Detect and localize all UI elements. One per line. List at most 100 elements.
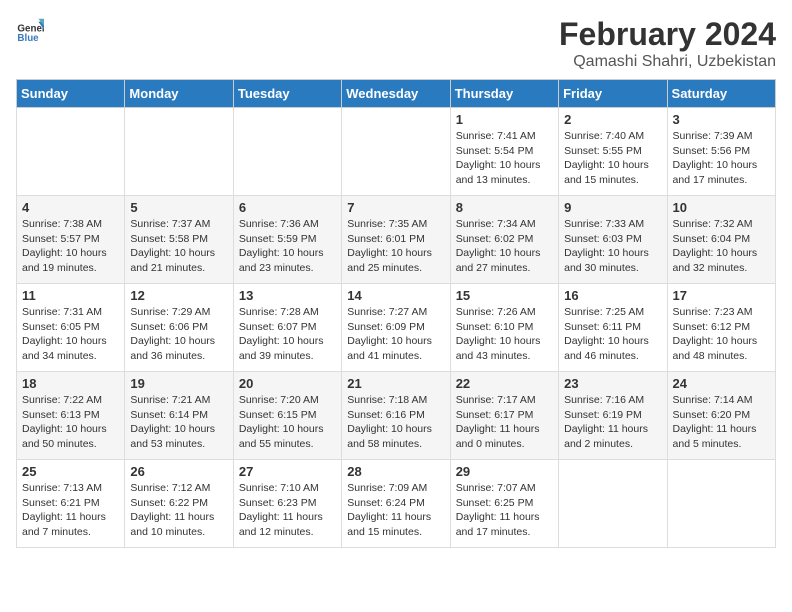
day-number: 4 bbox=[22, 200, 119, 215]
calendar-table: SundayMondayTuesdayWednesdayThursdayFrid… bbox=[16, 79, 776, 548]
day-number: 28 bbox=[347, 464, 444, 479]
calendar-header-row: SundayMondayTuesdayWednesdayThursdayFrid… bbox=[17, 80, 776, 108]
day-number: 1 bbox=[456, 112, 553, 127]
calendar-cell: 2Sunrise: 7:40 AM Sunset: 5:55 PM Daylig… bbox=[559, 108, 667, 196]
calendar-cell: 29Sunrise: 7:07 AM Sunset: 6:25 PM Dayli… bbox=[450, 460, 558, 548]
day-info: Sunrise: 7:14 AM Sunset: 6:20 PM Dayligh… bbox=[673, 393, 770, 452]
day-number: 15 bbox=[456, 288, 553, 303]
calendar-cell: 27 Sunrise: 7:10 AM Sunset: 6:23 PM Dayli… bbox=[233, 460, 341, 548]
day-number: 8 bbox=[456, 200, 553, 215]
day-info: Sunrise: 7:36 AM Sunset: 5:59 PM Dayligh… bbox=[239, 217, 336, 276]
calendar-cell: 21 Sunrise: 7:18 AM Sunset: 6:16 PM Dayli… bbox=[342, 372, 450, 460]
day-number: 9 bbox=[564, 200, 661, 215]
calendar-week-row: 4 Sunrise: 7:38 AM Sunset: 5:57 PM Daylig… bbox=[17, 196, 776, 284]
day-number: 11 bbox=[22, 288, 119, 303]
main-title: February 2024 bbox=[559, 16, 776, 53]
calendar-cell: 22 Sunrise: 7:17 AM Sunset: 6:17 PM Dayli… bbox=[450, 372, 558, 460]
day-number: 20 bbox=[239, 376, 336, 391]
title-area: February 2024 Qamashi Shahri, Uzbekistan bbox=[559, 16, 776, 71]
calendar-cell bbox=[559, 460, 667, 548]
calendar-cell: 1 Sunrise: 7:41 AM Sunset: 5:54 PM Daylig… bbox=[450, 108, 558, 196]
logo-icon: General Blue bbox=[16, 16, 44, 44]
day-info: Sunrise: 7:40 AM Sunset: 5:55 PM Dayligh… bbox=[564, 129, 661, 188]
calendar-week-row: 11 Sunrise: 7:31 AM Sunset: 6:05 PM Dayli… bbox=[17, 284, 776, 372]
day-info: Sunrise: 7:10 AM Sunset: 6:23 PM Dayligh… bbox=[239, 481, 336, 540]
day-number: 5 bbox=[130, 200, 227, 215]
day-info: Sunrise: 7:09 AM Sunset: 6:24 PM Dayligh… bbox=[347, 481, 444, 540]
calendar-cell: 24 Sunrise: 7:14 AM Sunset: 6:20 PM Dayli… bbox=[667, 372, 775, 460]
day-info: Sunrise: 7:41 AM Sunset: 5:54 PM Dayligh… bbox=[456, 129, 553, 188]
day-number: 7 bbox=[347, 200, 444, 215]
calendar-week-row: 18Sunrise: 7:22 AM Sunset: 6:13 PM Dayli… bbox=[17, 372, 776, 460]
day-header-wednesday: Wednesday bbox=[342, 80, 450, 108]
day-info: Sunrise: 7:13 AM Sunset: 6:21 PM Dayligh… bbox=[22, 481, 119, 540]
day-info: Sunrise: 7:38 AM Sunset: 5:57 PM Dayligh… bbox=[22, 217, 119, 276]
calendar-body: 1 Sunrise: 7:41 AM Sunset: 5:54 PM Daylig… bbox=[17, 108, 776, 548]
calendar-cell: 10Sunrise: 7:32 AM Sunset: 6:04 PM Dayli… bbox=[667, 196, 775, 284]
day-info: Sunrise: 7:21 AM Sunset: 6:14 PM Dayligh… bbox=[130, 393, 227, 452]
day-number: 19 bbox=[130, 376, 227, 391]
calendar-cell bbox=[667, 460, 775, 548]
calendar-cell: 28 Sunrise: 7:09 AM Sunset: 6:24 PM Dayli… bbox=[342, 460, 450, 548]
header: General Blue February 2024 Qamashi Shahr… bbox=[16, 16, 776, 71]
calendar-cell: 7 Sunrise: 7:35 AM Sunset: 6:01 PM Daylig… bbox=[342, 196, 450, 284]
day-info: Sunrise: 7:18 AM Sunset: 6:16 PM Dayligh… bbox=[347, 393, 444, 452]
calendar-week-row: 1 Sunrise: 7:41 AM Sunset: 5:54 PM Daylig… bbox=[17, 108, 776, 196]
day-number: 27 bbox=[239, 464, 336, 479]
day-number: 22 bbox=[456, 376, 553, 391]
day-info: Sunrise: 7:28 AM Sunset: 6:07 PM Dayligh… bbox=[239, 305, 336, 364]
day-info: Sunrise: 7:34 AM Sunset: 6:02 PM Dayligh… bbox=[456, 217, 553, 276]
calendar-cell: 16 Sunrise: 7:25 AM Sunset: 6:11 PM Dayli… bbox=[559, 284, 667, 372]
day-number: 23 bbox=[564, 376, 661, 391]
day-info: Sunrise: 7:31 AM Sunset: 6:05 PM Dayligh… bbox=[22, 305, 119, 364]
day-header-tuesday: Tuesday bbox=[233, 80, 341, 108]
day-number: 13 bbox=[239, 288, 336, 303]
day-info: Sunrise: 7:23 AM Sunset: 6:12 PM Dayligh… bbox=[673, 305, 770, 364]
calendar-cell: 3 Sunrise: 7:39 AM Sunset: 5:56 PM Daylig… bbox=[667, 108, 775, 196]
day-info: Sunrise: 7:35 AM Sunset: 6:01 PM Dayligh… bbox=[347, 217, 444, 276]
day-number: 14 bbox=[347, 288, 444, 303]
calendar-cell: 8 Sunrise: 7:34 AM Sunset: 6:02 PM Daylig… bbox=[450, 196, 558, 284]
day-header-sunday: Sunday bbox=[17, 80, 125, 108]
calendar-cell: 9 Sunrise: 7:33 AM Sunset: 6:03 PM Daylig… bbox=[559, 196, 667, 284]
day-header-friday: Friday bbox=[559, 80, 667, 108]
day-info: Sunrise: 7:22 AM Sunset: 6:13 PM Dayligh… bbox=[22, 393, 119, 452]
calendar-cell: 25 Sunrise: 7:13 AM Sunset: 6:21 PM Dayli… bbox=[17, 460, 125, 548]
calendar-cell: 5 Sunrise: 7:37 AM Sunset: 5:58 PM Daylig… bbox=[125, 196, 233, 284]
day-header-thursday: Thursday bbox=[450, 80, 558, 108]
calendar-week-row: 25 Sunrise: 7:13 AM Sunset: 6:21 PM Dayli… bbox=[17, 460, 776, 548]
day-number: 24 bbox=[673, 376, 770, 391]
calendar-cell: 18Sunrise: 7:22 AM Sunset: 6:13 PM Dayli… bbox=[17, 372, 125, 460]
day-info: Sunrise: 7:12 AM Sunset: 6:22 PM Dayligh… bbox=[130, 481, 227, 540]
calendar-cell: 11 Sunrise: 7:31 AM Sunset: 6:05 PM Dayli… bbox=[17, 284, 125, 372]
calendar-cell: 12Sunrise: 7:29 AM Sunset: 6:06 PM Dayli… bbox=[125, 284, 233, 372]
day-info: Sunrise: 7:39 AM Sunset: 5:56 PM Dayligh… bbox=[673, 129, 770, 188]
day-info: Sunrise: 7:33 AM Sunset: 6:03 PM Dayligh… bbox=[564, 217, 661, 276]
day-number: 17 bbox=[673, 288, 770, 303]
calendar-cell: 6Sunrise: 7:36 AM Sunset: 5:59 PM Daylig… bbox=[233, 196, 341, 284]
day-number: 25 bbox=[22, 464, 119, 479]
calendar-cell: 17 Sunrise: 7:23 AM Sunset: 6:12 PM Dayli… bbox=[667, 284, 775, 372]
calendar-cell bbox=[17, 108, 125, 196]
day-info: Sunrise: 7:37 AM Sunset: 5:58 PM Dayligh… bbox=[130, 217, 227, 276]
calendar-cell: 20Sunrise: 7:20 AM Sunset: 6:15 PM Dayli… bbox=[233, 372, 341, 460]
day-info: Sunrise: 7:16 AM Sunset: 6:19 PM Dayligh… bbox=[564, 393, 661, 452]
svg-text:Blue: Blue bbox=[17, 33, 39, 44]
calendar-cell: 26Sunrise: 7:12 AM Sunset: 6:22 PM Dayli… bbox=[125, 460, 233, 548]
day-number: 16 bbox=[564, 288, 661, 303]
day-info: Sunrise: 7:25 AM Sunset: 6:11 PM Dayligh… bbox=[564, 305, 661, 364]
day-info: Sunrise: 7:32 AM Sunset: 6:04 PM Dayligh… bbox=[673, 217, 770, 276]
day-info: Sunrise: 7:26 AM Sunset: 6:10 PM Dayligh… bbox=[456, 305, 553, 364]
day-info: Sunrise: 7:17 AM Sunset: 6:17 PM Dayligh… bbox=[456, 393, 553, 452]
calendar-cell: 23 Sunrise: 7:16 AM Sunset: 6:19 PM Dayli… bbox=[559, 372, 667, 460]
day-number: 12 bbox=[130, 288, 227, 303]
day-info: Sunrise: 7:07 AM Sunset: 6:25 PM Dayligh… bbox=[456, 481, 553, 540]
calendar-cell: 4 Sunrise: 7:38 AM Sunset: 5:57 PM Daylig… bbox=[17, 196, 125, 284]
day-number: 3 bbox=[673, 112, 770, 127]
calendar-cell: 19 Sunrise: 7:21 AM Sunset: 6:14 PM Dayli… bbox=[125, 372, 233, 460]
logo: General Blue bbox=[16, 16, 44, 44]
day-number: 21 bbox=[347, 376, 444, 391]
calendar-cell: 13 Sunrise: 7:28 AM Sunset: 6:07 PM Dayli… bbox=[233, 284, 341, 372]
calendar-cell: 15 Sunrise: 7:26 AM Sunset: 6:10 PM Dayli… bbox=[450, 284, 558, 372]
calendar-cell bbox=[342, 108, 450, 196]
